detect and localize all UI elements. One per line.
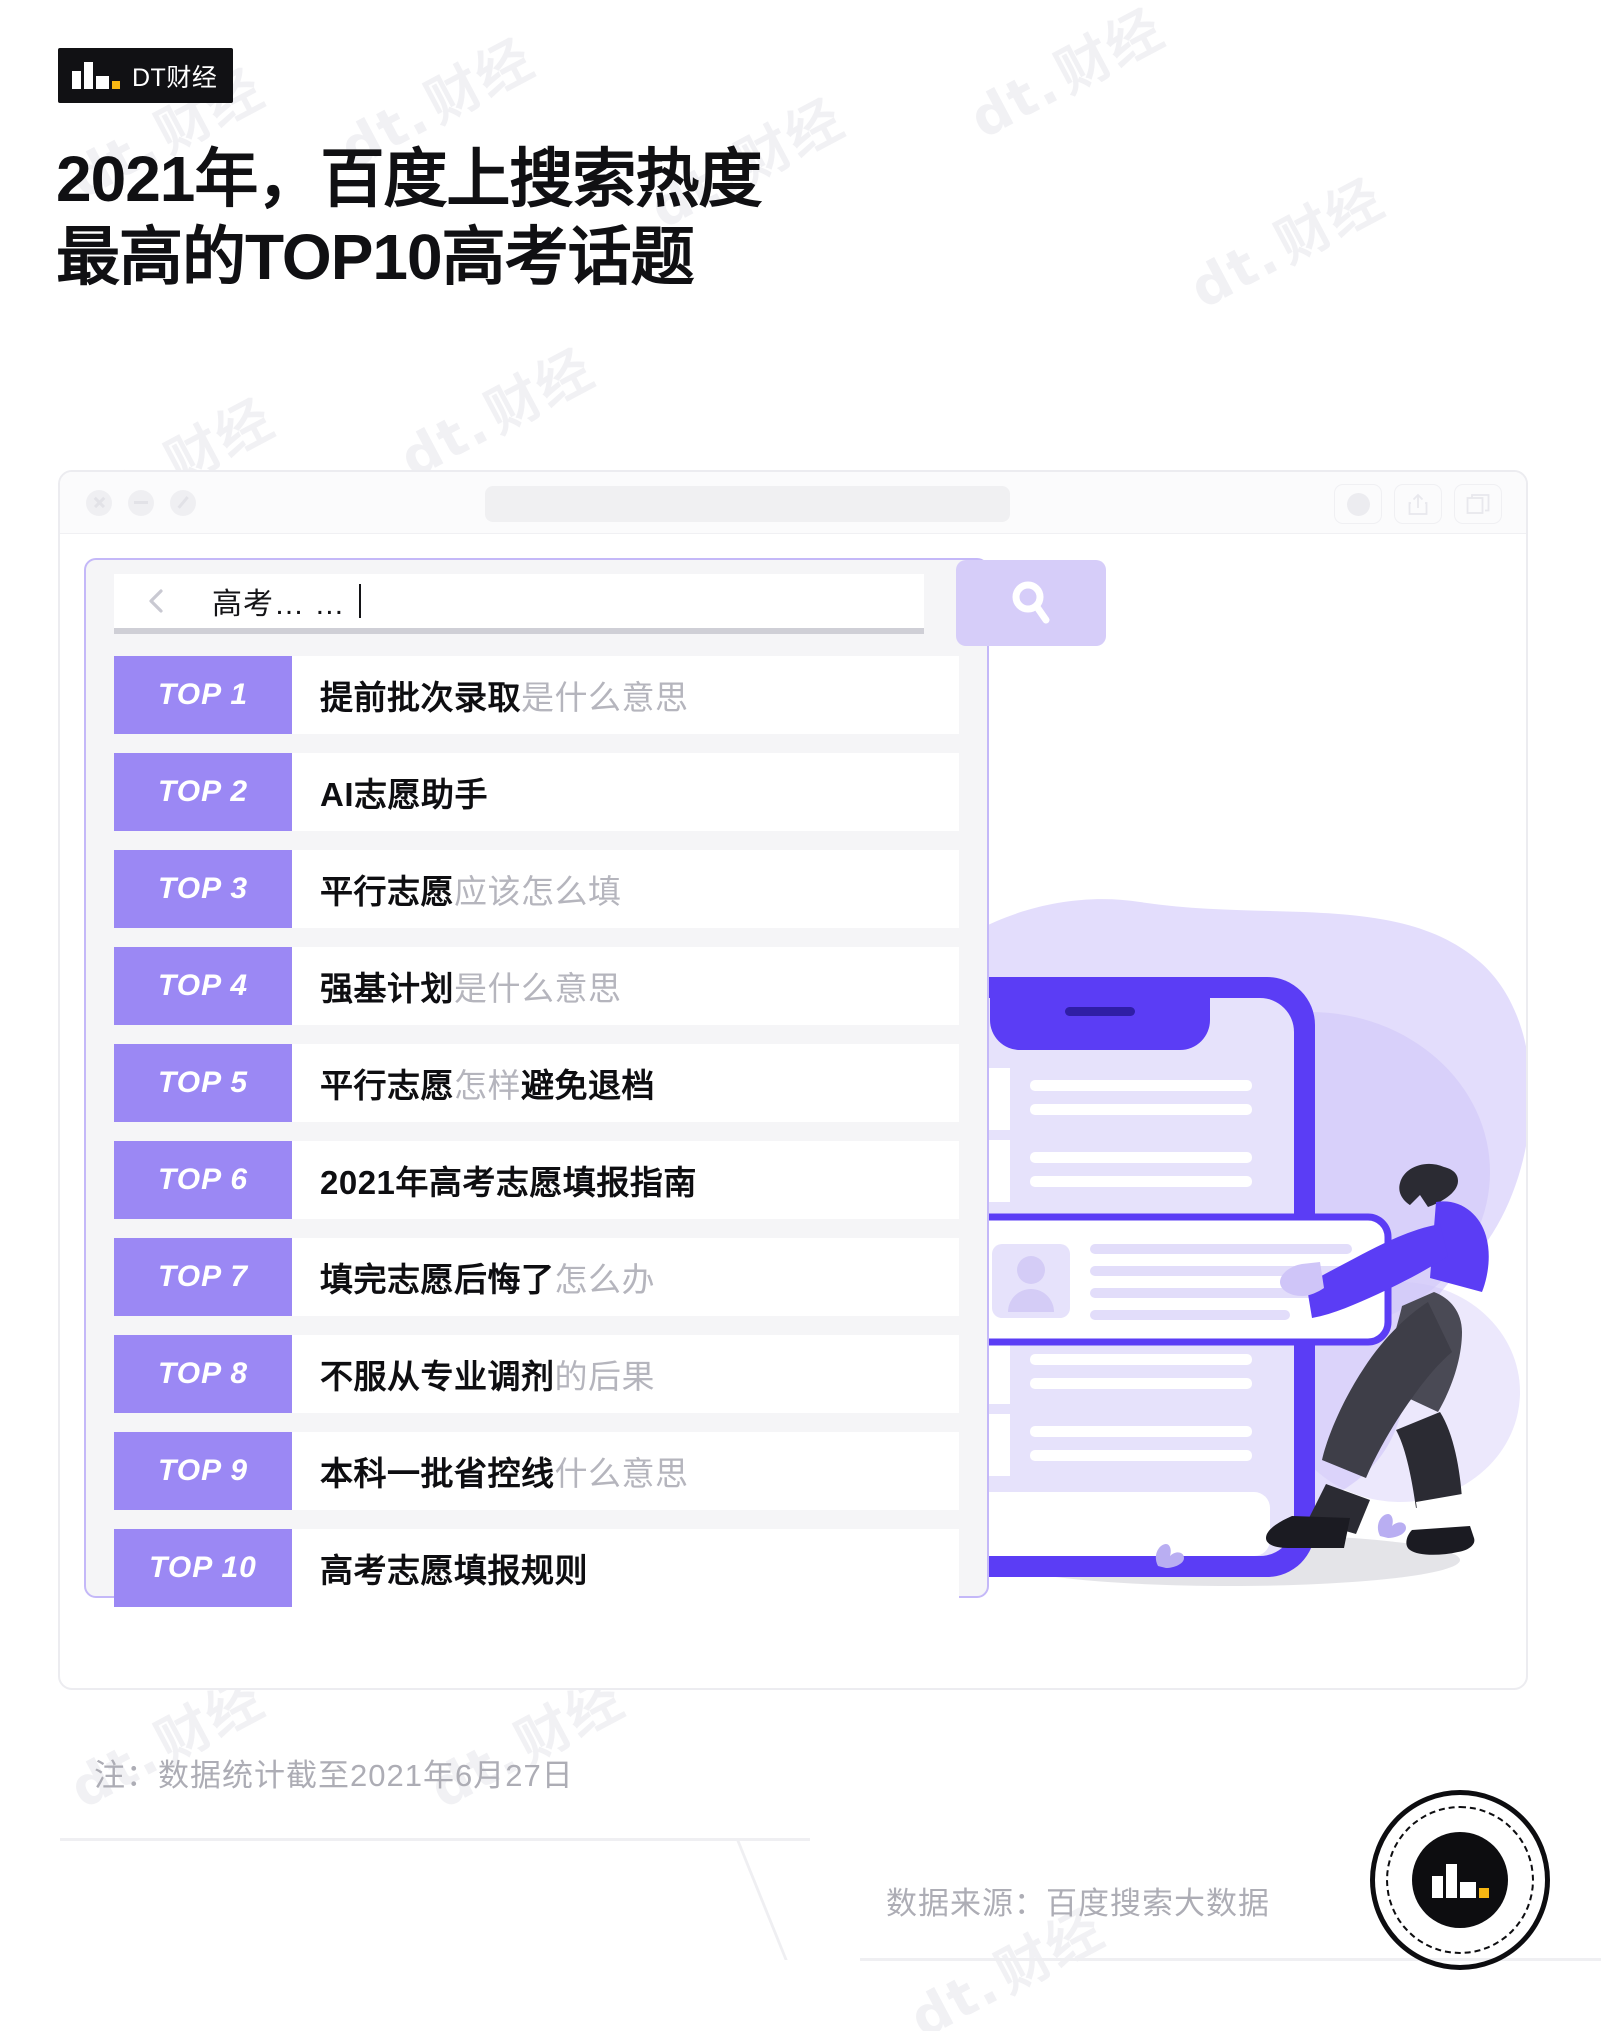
topic-text: 平行志愿 应该怎么填 (292, 850, 959, 928)
rank-badge: TOP 4 (114, 947, 292, 1025)
list-item[interactable]: TOP 4 强基计划 是什么意思 (86, 947, 987, 1025)
topic-keyword: 强基计划 (320, 970, 454, 1007)
topic-suffix: 的后果 (554, 1358, 655, 1395)
footer-divider-left (60, 1838, 810, 1841)
list-item[interactable]: TOP 2 AI志愿助手 (86, 753, 987, 831)
topic-suffix: 怎样 (454, 1067, 521, 1104)
search-input[interactable]: 高考… … (114, 574, 924, 634)
browser-toolbar (60, 472, 1526, 534)
list-item[interactable]: TOP 6 2021年高考志愿填报指南 (86, 1141, 987, 1219)
topic-keyword: 提前批次录取 (320, 679, 521, 716)
topic-text: 本科一批省控线 什么意思 (292, 1432, 959, 1510)
list-item[interactable]: TOP 9 本科一批省控线 什么意思 (86, 1432, 987, 1510)
topic-text: 平行志愿 怎样 避免退档 (292, 1044, 959, 1122)
list-item[interactable]: TOP 1 提前批次录取 是什么意思 (86, 656, 987, 734)
topic-suffix: 是什么意思 (521, 679, 689, 716)
badge-disc (1412, 1832, 1508, 1928)
text-caret (359, 584, 362, 618)
top-list: TOP 1 提前批次录取 是什么意思 TOP 2 AI志愿助手 TOP 3 平行志… (86, 656, 987, 1626)
search-results-card: 高考… … TOP 1 提前批次录取 是什么意思 TOP 2 AI志愿助手 TO… (84, 558, 1106, 1607)
back-chevron-icon[interactable] (144, 588, 170, 614)
data-source: 数据来源：百度搜索大数据 (886, 1886, 1270, 1921)
search-button[interactable] (956, 560, 1106, 646)
search-query-value: 高考… … (212, 588, 346, 621)
brand-name: DT财经 (132, 63, 218, 92)
dt-logo-icon (72, 62, 120, 89)
dt-logo-icon (1431, 1864, 1489, 1898)
rank-badge: TOP 1 (114, 656, 292, 734)
footnote: 注：数据统计截至2021年6月27日 (94, 1758, 574, 1793)
close-icon[interactable] (86, 489, 112, 516)
rank-badge: TOP 2 (114, 753, 292, 831)
infographic-page: dt.财经 dt.财经 dt.财经 dt.财经 dt.财经 dt.财经 dt.财… (0, 0, 1601, 2031)
topic-text: 2021年高考志愿填报指南 (292, 1141, 959, 1219)
tabs-button[interactable] (1454, 484, 1502, 524)
share-button[interactable] (1394, 484, 1442, 524)
topic-suffix: 怎么办 (554, 1261, 655, 1298)
browser-window: 高考… … TOP 1 提前批次录取 是什么意思 TOP 2 AI志愿助手 TO… (58, 470, 1528, 1690)
url-bar[interactable] (485, 486, 1010, 522)
rank-badge: TOP 3 (114, 850, 292, 928)
page-title: 2021年，百度上搜索热度 最高的TOP10高考话题 (56, 143, 762, 294)
tabs-icon (1466, 494, 1490, 514)
topic-text: 强基计划 是什么意思 (292, 947, 959, 1025)
record-circle-icon (1346, 492, 1370, 516)
rank-badge: TOP 10 (114, 1529, 292, 1607)
rank-badge: TOP 7 (114, 1238, 292, 1316)
list-item[interactable]: TOP 7 填完志愿后悔了 怎么办 (86, 1238, 987, 1316)
topic-keyword: 高考志愿填报规则 (320, 1552, 588, 1589)
topic-keyword: 不服从专业调剂 (320, 1358, 555, 1395)
topic-text: AI志愿助手 (292, 753, 959, 831)
search-row: 高考… … (86, 560, 1106, 656)
list-item[interactable]: TOP 10 高考志愿填报规则 (86, 1529, 987, 1607)
share-icon (1408, 493, 1428, 515)
rank-badge: TOP 6 (114, 1141, 292, 1219)
list-item[interactable]: TOP 5 平行志愿 怎样 避免退档 (86, 1044, 987, 1122)
topic-suffix: 什么意思 (554, 1455, 689, 1492)
list-item[interactable]: TOP 3 平行志愿 应该怎么填 (86, 850, 987, 928)
dt-badge-logo (1370, 1790, 1550, 1970)
resize-icon[interactable] (170, 489, 196, 516)
rank-badge: TOP 9 (114, 1432, 292, 1510)
topic-keyword: 填完志愿后悔了 (320, 1261, 555, 1298)
topic-keyword: 2021年高考志愿填报指南 (320, 1164, 697, 1201)
topic-keyword: AI志愿助手 (320, 776, 488, 813)
topic-keyword: 平行志愿 (320, 873, 454, 910)
topic-suffix: 是什么意思 (454, 970, 622, 1007)
topic-keyword: 平行志愿 (320, 1067, 454, 1104)
search-icon (1012, 581, 1050, 624)
rank-badge: TOP 8 (114, 1335, 292, 1413)
minimize-icon[interactable] (128, 489, 154, 516)
window-controls (86, 489, 196, 516)
topic-text: 填完志愿后悔了 怎么办 (292, 1238, 959, 1316)
topic-keyword-2: 避免退档 (521, 1067, 655, 1104)
toolbar-buttons (1334, 484, 1502, 524)
topic-keyword: 本科一批省控线 (320, 1455, 555, 1492)
search-query-text: 高考… … (212, 579, 362, 623)
rank-badge: TOP 5 (114, 1044, 292, 1122)
brand-logo: DT财经 (58, 48, 234, 103)
topic-text: 不服从专业调剂 的后果 (292, 1335, 959, 1413)
topic-text: 高考志愿填报规则 (292, 1529, 959, 1607)
topic-suffix: 应该怎么填 (454, 873, 622, 910)
list-item[interactable]: TOP 8 不服从专业调剂 的后果 (86, 1335, 987, 1413)
record-button[interactable] (1334, 484, 1382, 524)
footer-divider-slant (735, 1838, 905, 1960)
topic-text: 提前批次录取 是什么意思 (292, 656, 959, 734)
